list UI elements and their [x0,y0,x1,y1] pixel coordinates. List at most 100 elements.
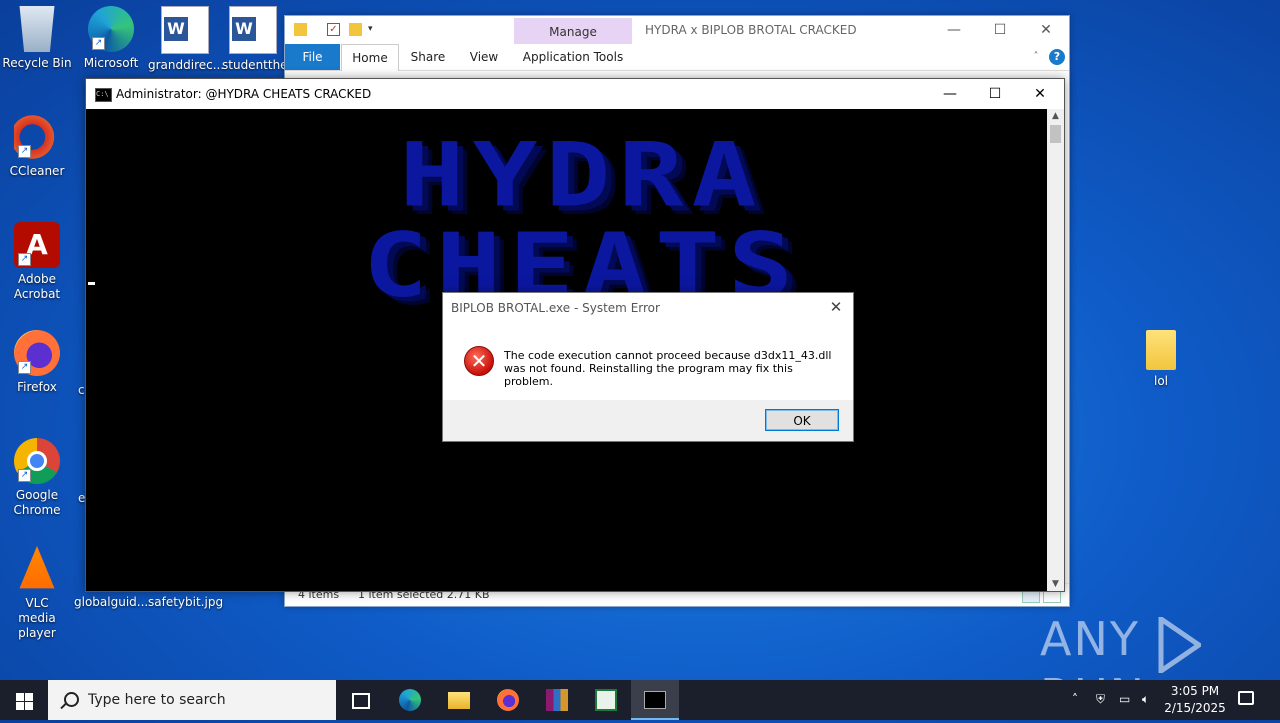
windows-logo-icon [16,693,24,701]
notification-icon[interactable] [1238,691,1254,705]
tab-home[interactable]: Home [341,44,399,71]
chrome-icon: ↗ [14,438,60,484]
tab-application-tools[interactable]: Application Tools [514,44,632,70]
taskbar-firefox[interactable] [484,680,532,720]
windows-logo-icon-part [25,702,33,710]
cmd-scrollbar[interactable]: ▲ ▼ [1047,109,1064,591]
volume-icon[interactable]: 🔈︎ [1142,692,1149,707]
tab-share[interactable]: Share [401,44,455,70]
desktop-icon-recycle-bin[interactable]: Recycle Bin [0,6,74,71]
desktop-icon-chrome[interactable]: ↗ Google Chrome [0,438,74,518]
shortcut-arrow-icon: ↗ [92,37,105,50]
firefox-icon: ↗ [14,330,60,376]
desktop-icon-granddirec[interactable]: granddirec... [148,6,225,73]
taskbar-cmd[interactable] [631,680,679,720]
desktop-icon-label: globalguid... [74,595,149,609]
chevron-up-icon[interactable]: ˄ [1030,44,1042,70]
tab-view[interactable]: View [457,44,511,70]
task-view-button[interactable] [336,680,384,720]
manage-tab[interactable]: Manage [514,18,632,44]
taskbar-edge[interactable] [386,680,434,720]
desktop-icon-label: Firefox [17,380,57,394]
explorer-titlebar[interactable]: ✓ ▾ Manage HYDRA x BIPLOB BROTAL CRACKED… [285,16,1069,44]
winrar-icon [546,689,568,711]
word-document-icon [161,6,209,54]
desktop-icon-ccleaner[interactable]: ↗ CCleaner [0,114,74,179]
scroll-down-icon[interactable]: ▼ [1047,577,1064,591]
taskbar-search[interactable]: Type here to search [48,680,336,720]
desktop-icon-label: studentthe... [222,58,284,72]
dialog-title: BIPLOB BROTAL.exe - System Error [451,301,660,315]
taskbar: Type here to search ˄ ⛨ ▭ 🔈︎ 3:05 PM 2/1… [0,680,1280,720]
help-icon[interactable]: ? [1049,49,1065,65]
network-icon[interactable]: ▭ [1119,692,1130,706]
error-icon: ✕ [464,346,494,376]
close-button[interactable]: ✕ [1023,16,1069,44]
desktop-icon-label: lol [1153,374,1168,388]
windows-logo-icon-part [16,702,24,710]
explorer-ribbon-tabs: File Home Share View Application Tools ˄… [285,44,1069,71]
desktop-icon-label: safetybit.jpg [148,595,224,609]
edge-icon [399,689,421,711]
taskbar-file-explorer[interactable] [435,680,483,720]
desktop-icon-label: Adobe Acrobat [13,272,61,301]
start-button[interactable] [0,680,48,720]
taskbar-notepad-app[interactable] [582,680,630,720]
firefox-icon [497,689,519,711]
desktop-icon-label: granddirec... [148,58,225,72]
folder-icon [448,692,470,709]
cmd-titlebar[interactable]: C:\ Administrator: @HYDRA CHEATS CRACKED… [86,79,1064,109]
task-view-icon [352,693,370,709]
maximize-button[interactable]: ☐ [972,80,1018,108]
desktop-icon-edge[interactable]: ↗ Microsoft Edge [74,6,148,71]
desktop-icon-label: Recycle Bin [2,56,72,70]
ok-button[interactable]: OK [765,409,839,431]
taskbar-clock[interactable]: 3:05 PM 2/15/2025 [1160,683,1230,717]
dialog-message: The code execution cannot proceed becaus… [504,349,832,388]
scrollbar-thumb[interactable] [1050,125,1061,143]
search-icon [64,692,79,707]
tab-file[interactable]: File [285,44,340,70]
cmd-title: Administrator: @HYDRA CHEATS CRACKED [116,87,372,101]
properties-check-icon[interactable]: ✓ [327,23,340,36]
desktop-icon-studentthe[interactable]: studentthe... [222,6,284,73]
scroll-up-icon[interactable]: ▲ [1047,109,1064,123]
chevron-up-icon[interactable]: ˄ [1072,692,1078,706]
desktop-icon-label: Google Chrome [13,488,61,517]
desktop-icon-label: VLC media player [18,596,56,640]
shortcut-arrow-icon: ↗ [18,145,31,158]
edge-icon: ↗ [88,6,134,52]
desktop-icon-acrobat[interactable]: ↗ Adobe Acrobat [0,222,74,302]
dialog-close-icon[interactable]: ✕ [825,296,847,318]
cmd-icon [644,691,666,709]
ascii-banner: HYDRA CHEATS [362,124,802,318]
cmd-icon: C:\ [95,88,112,102]
maximize-button[interactable]: ☐ [977,16,1023,44]
clock-time: 3:05 PM [1170,684,1220,698]
clock-date: 2/15/2025 [1164,701,1226,715]
security-icon[interactable]: ⛨ [1096,692,1105,707]
dialog-footer: OK [443,400,853,441]
shortcut-arrow-icon: ↗ [18,253,31,266]
new-folder-icon[interactable] [349,23,362,36]
desktop-icon-lol-folder[interactable]: lol [1124,330,1198,389]
play-logo-icon [1157,613,1204,676]
text-cursor [88,282,95,285]
taskbar-winrar[interactable] [533,680,581,720]
word-document-icon [229,6,277,54]
acrobat-icon: ↗ [14,222,60,268]
system-error-dialog[interactable]: BIPLOB BROTAL.exe - System Error ✕ ✕ The… [442,292,854,442]
chevron-down-icon[interactable]: ▾ [368,23,381,36]
close-button[interactable]: ✕ [1017,80,1063,108]
folder-icon [294,23,307,36]
recycle-bin-icon [19,6,55,52]
minimize-button[interactable]: — [931,16,977,44]
shortcut-arrow-icon: ↗ [18,361,31,374]
minimize-button[interactable]: — [927,80,973,108]
ccleaner-icon: ↗ [14,114,60,160]
shortcut-arrow-icon: ↗ [18,469,31,482]
desktop-icon-vlc[interactable]: VLC media player [0,546,74,641]
desktop-icon-label: CCleaner [9,164,65,178]
desktop-icon-firefox[interactable]: ↗ Firefox [0,330,74,395]
desktop-icon-label: Microsoft Edge [83,56,139,70]
